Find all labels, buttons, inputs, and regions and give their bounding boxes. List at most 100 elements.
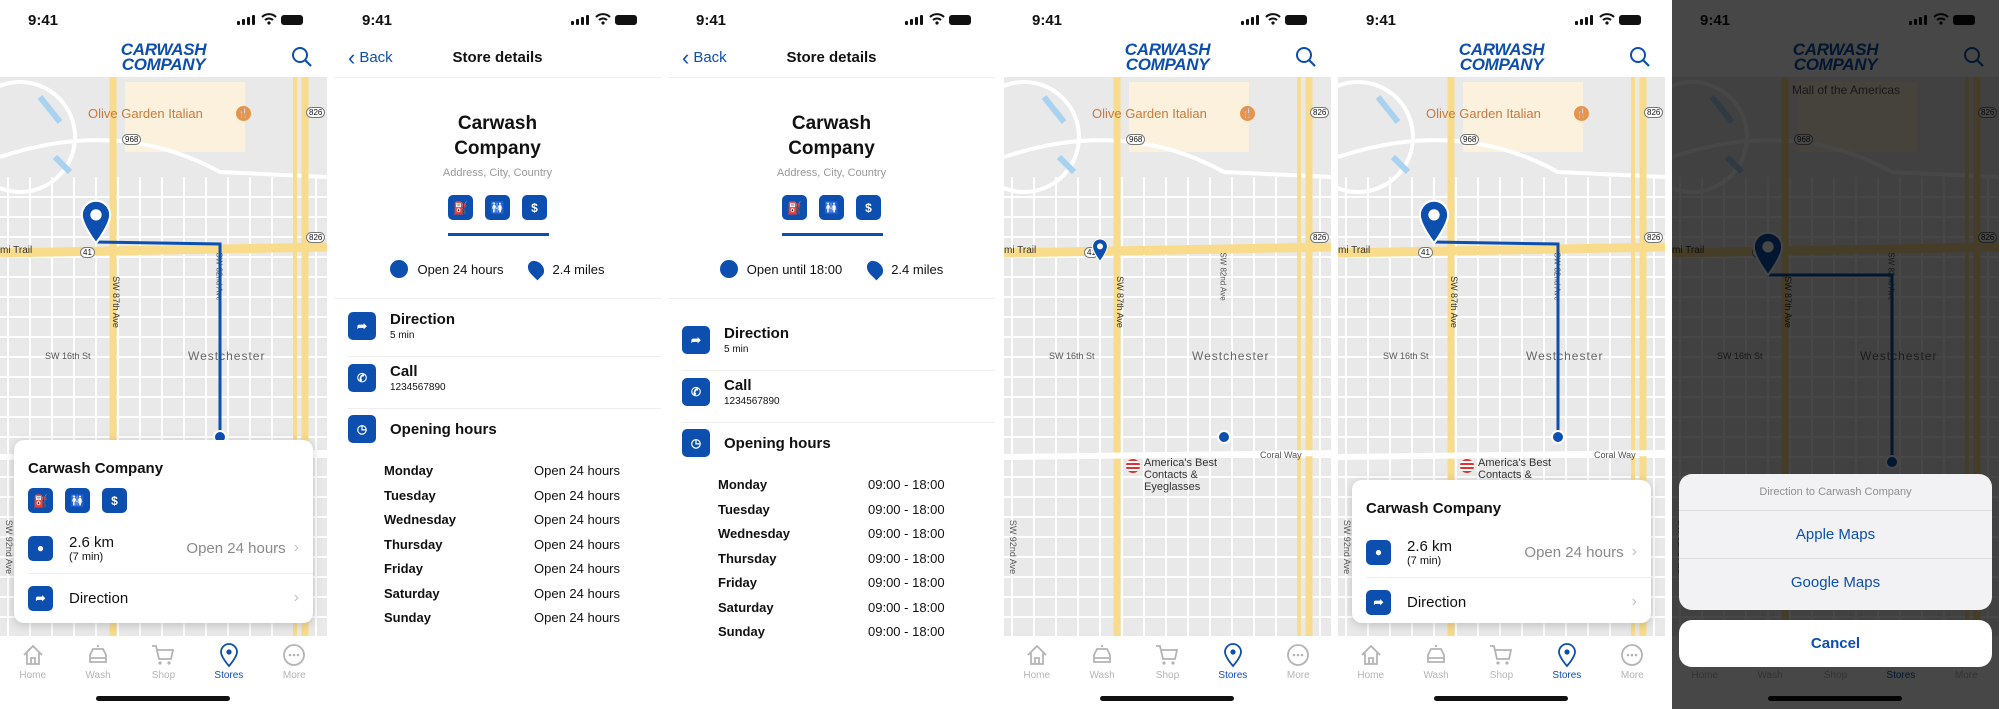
status-time: 9:41 — [1366, 12, 1397, 29]
signal-icon — [1575, 15, 1593, 25]
store-name-line1: Carwash — [457, 113, 538, 134]
action-sheet: Direction to Carwash Company Apple Maps Go… — [1679, 474, 1992, 610]
distance-text: 2.4 miles — [552, 261, 605, 277]
opening-hours-row[interactable]: ◷ Opening hours — [682, 429, 995, 457]
wifi-icon — [261, 13, 277, 25]
services-underline — [782, 233, 883, 236]
direction-subtitle: 5 min — [724, 344, 749, 355]
hours-row: Friday Open 24 hours — [384, 561, 624, 576]
day-hours: Open 24 hours — [534, 512, 621, 527]
day-hours: 09:00 - 18:00 — [868, 501, 945, 517]
opening-hours-label: Opening hours — [390, 421, 497, 438]
distance-text: 2.4 miles — [891, 261, 944, 277]
day-label: Friday — [384, 561, 424, 576]
call-icon: ✆ — [682, 378, 710, 406]
brand-logo-line2: COMPANY — [1125, 55, 1210, 74]
home-indicator — [96, 696, 230, 701]
header-divider — [668, 77, 995, 78]
fuel-icon: ⛽ — [448, 195, 473, 220]
tab-home[interactable]: Home — [0, 636, 65, 709]
search-icon — [1296, 47, 1316, 67]
hours-row: Tuesday 09:00 - 18:00 — [718, 502, 958, 517]
map-label-sw92: SW 92nd Ave — [1008, 519, 1019, 575]
day-hours: 09:00 - 18:00 — [868, 477, 945, 492]
hours-row[interactable]: ● 2.6 km (7 min) Open 24 hours › — [28, 528, 299, 568]
hours-row[interactable]: ● 2.6 km (7 min) Open 24 hours › — [1366, 532, 1637, 572]
phone-screen-3: 9:41 ‹ Back Store details Carwash Company Addr… — [668, 0, 995, 709]
day-hours: Open 24 hours — [534, 463, 621, 478]
opening-hours-row[interactable]: ◷ Opening hours — [348, 415, 661, 443]
chevron-right-icon: › — [293, 539, 299, 556]
direction-label: Direction — [1407, 593, 1467, 611]
hours-row: Saturday 09:00 - 18:00 — [718, 600, 958, 615]
direction-row[interactable]: ➦ Direction › — [28, 578, 299, 618]
home-icon — [1361, 644, 1381, 665]
direction-row[interactable]: ➦ Direction 5 min — [682, 325, 995, 355]
home-icon — [1027, 644, 1047, 665]
phone-screen-6: 9:41CARWASHCOMPANYMall of the AmericasWe… — [1672, 0, 1999, 709]
day-label: Saturday — [718, 599, 774, 615]
store-name-line2: Company — [454, 138, 541, 159]
restaurant-icon: 🍴 — [1240, 106, 1255, 121]
duration-value: (7 min) — [69, 550, 104, 563]
opening-hours-icon: ◷ — [682, 429, 710, 457]
cart-icon — [152, 645, 175, 665]
location-icon: ● — [1366, 539, 1391, 565]
hours-status: Open until 18:00 — [719, 260, 842, 278]
tab-more[interactable]: More — [262, 636, 327, 709]
card-divider — [1366, 577, 1651, 578]
tab-home[interactable]: Home — [1004, 636, 1069, 709]
day-hours: Open 24 hours — [534, 536, 621, 552]
day-hours: Open 24 hours — [534, 585, 621, 601]
hours-status-text: Open 24 hours — [417, 261, 504, 277]
nav-title: Store details — [786, 49, 877, 66]
direction-label: Direction — [69, 589, 129, 607]
search-button[interactable] — [1295, 46, 1317, 68]
tab-label: Stores — [1218, 670, 1248, 681]
store-info: Open until 18:00 2.4 miles — [668, 257, 995, 281]
search-button[interactable] — [291, 46, 313, 68]
tab-home[interactable]: Home — [1338, 636, 1403, 709]
tab-more[interactable]: More — [1266, 636, 1331, 709]
card-divider — [28, 573, 313, 574]
tab-label: Home — [19, 670, 47, 681]
direction-row[interactable]: ➦ Direction › — [1366, 582, 1637, 622]
hours-row: Sunday Open 24 hours — [384, 610, 624, 625]
status-time: 9:41 — [362, 12, 393, 29]
brand-logo-line2: COMPANY — [121, 55, 206, 74]
day-label: Monday — [718, 477, 768, 492]
option-apple-maps[interactable]: Apple Maps — [1679, 511, 1992, 559]
direction-row[interactable]: ➦ Direction 5 min — [348, 311, 661, 341]
call-subtitle: 1234567890 — [390, 382, 446, 393]
search-button[interactable] — [1629, 46, 1651, 68]
store-card[interactable]: Carwash Company ● 2.6 km (7 min) Open 24 hou… — [1352, 480, 1651, 623]
atm-icon: $ — [856, 195, 881, 220]
row-divider — [348, 408, 661, 409]
status-time: 9:41 — [28, 12, 59, 29]
tab-label: Wash — [1423, 670, 1449, 681]
call-row[interactable]: ✆ Call 1234567890 — [682, 377, 995, 407]
brand-logo: CARWASHCOMPANY — [0, 41, 327, 74]
signal-icon — [237, 15, 255, 25]
option-google-maps[interactable]: Google Maps — [1679, 559, 1992, 607]
battery-icon — [1619, 15, 1641, 25]
day-hours: 09:00 - 18:00 — [868, 526, 945, 541]
tab-more[interactable]: More — [1600, 636, 1665, 709]
search-icon — [292, 47, 312, 67]
store-card[interactable]: Carwash Company ⛽ 🚻 $ ● 2.6 km (7 min) Open 24 … — [14, 440, 313, 623]
hours-value: Open 24 hours — [1524, 543, 1624, 561]
cancel-button[interactable]: Cancel — [1679, 620, 1992, 667]
day-label: Wednesday — [384, 512, 457, 527]
hours-value: Open 24 hours — [186, 539, 286, 557]
map-view[interactable]: Olive Garden Italian 🍴 Westchester SW 16th … — [1004, 77, 1331, 636]
day-label: Sunday — [384, 610, 431, 625]
store-address: Address, City, Country — [776, 167, 887, 179]
store-name-line1: Carwash — [791, 113, 872, 134]
tab-label: Home — [1023, 670, 1051, 681]
tab-label: Stores — [214, 670, 244, 681]
call-row[interactable]: ✆ Call 1234567890 — [348, 363, 661, 393]
call-label: Call 1234567890 — [724, 377, 780, 407]
cart-icon — [1156, 645, 1179, 665]
chevron-right-icon: › — [1631, 593, 1637, 610]
map-shield-968: 968 — [1126, 134, 1146, 145]
